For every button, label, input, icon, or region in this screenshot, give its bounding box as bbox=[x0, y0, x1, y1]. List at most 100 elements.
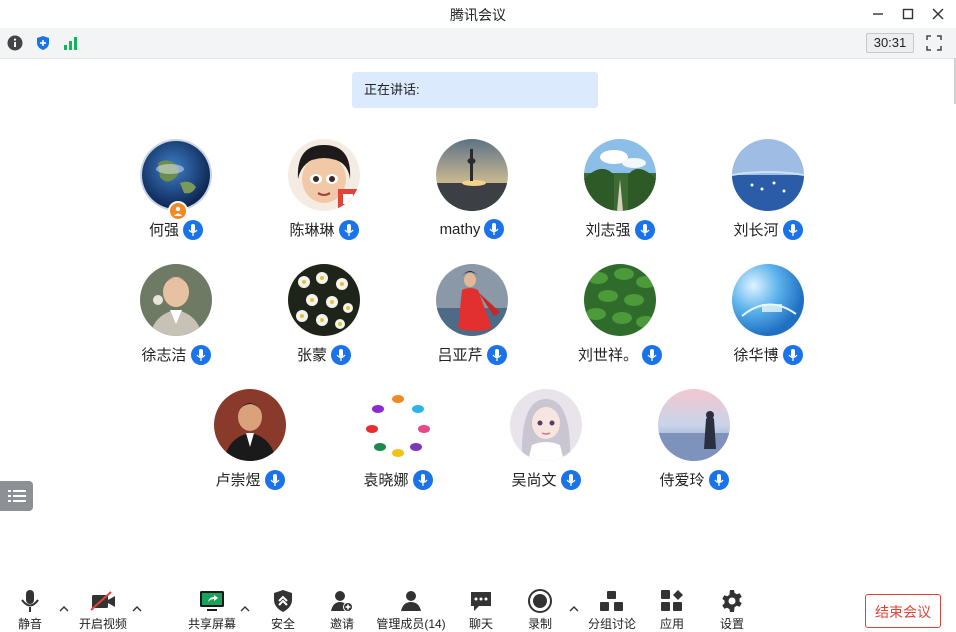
mic-speaking-icon bbox=[190, 344, 211, 365]
security-status-button[interactable] bbox=[34, 34, 52, 52]
apps-icon bbox=[661, 590, 683, 611]
maximize-icon bbox=[902, 8, 914, 20]
chat-icon bbox=[471, 592, 491, 611]
mic-speaking-icon bbox=[642, 344, 662, 365]
meeting-toolbar: 静音 开启视频 共享屏幕 安全 邀请 管理成员(14) 聊天 录制 分组讨论 应… bbox=[0, 580, 956, 631]
participant-name: 吴尚文 bbox=[511, 472, 557, 489]
close-button[interactable] bbox=[926, 4, 950, 24]
participant-name: 袁晓娜 bbox=[363, 472, 409, 489]
manage-members-button[interactable]: 管理成员(14) bbox=[375, 588, 447, 632]
breakout-rooms-button[interactable]: 分组讨论 bbox=[588, 588, 636, 632]
avatar bbox=[288, 139, 360, 211]
participant-name: 侍爱玲 bbox=[659, 472, 705, 489]
security-button[interactable]: 安全 bbox=[268, 588, 298, 632]
shield-icon bbox=[274, 590, 292, 612]
avatar bbox=[140, 264, 212, 336]
record-button[interactable]: 录制 bbox=[525, 588, 555, 632]
network-status-button[interactable] bbox=[62, 34, 80, 52]
mute-options-caret[interactable] bbox=[58, 604, 70, 614]
avatar bbox=[732, 139, 804, 211]
mic-speaking-icon bbox=[484, 219, 505, 239]
participant-tile[interactable]: 刘世祥。 bbox=[550, 264, 690, 374]
participant-tile[interactable]: 何强 bbox=[106, 139, 246, 249]
participant-name: 张蒙 bbox=[296, 347, 327, 364]
share-options-caret[interactable] bbox=[239, 604, 251, 614]
avatar bbox=[510, 389, 582, 461]
meeting-timer: 30:31 bbox=[866, 33, 914, 53]
participant-tile[interactable]: 吕亚芹 bbox=[402, 264, 542, 374]
speaking-indicator: 正在讲话: bbox=[352, 72, 598, 108]
title-bar: 腾讯会议 bbox=[0, 0, 956, 28]
participant-tile[interactable]: 吴尚文 bbox=[476, 389, 616, 499]
record-icon bbox=[528, 589, 552, 613]
avatar bbox=[584, 139, 656, 211]
participant-name: 刘志强 bbox=[585, 222, 631, 239]
mic-speaking-icon bbox=[331, 344, 351, 365]
avatar bbox=[362, 389, 434, 461]
info-icon bbox=[7, 35, 23, 51]
participant-tile[interactable]: 张蒙 bbox=[254, 264, 394, 374]
breakout-rooms-icon bbox=[600, 591, 623, 611]
signal-strength-icon bbox=[64, 37, 77, 50]
participant-tile[interactable]: 陈琳琳 bbox=[254, 139, 394, 249]
settings-button[interactable]: 设置 bbox=[717, 588, 747, 632]
avatar bbox=[214, 389, 286, 461]
participant-name: 徐志洁 bbox=[141, 347, 187, 364]
participant-name: 陈琳琳 bbox=[289, 222, 335, 239]
record-options-caret[interactable] bbox=[568, 604, 580, 614]
participant-tile[interactable]: mathy bbox=[402, 139, 542, 249]
maximize-button[interactable] bbox=[896, 4, 920, 24]
host-icon bbox=[174, 206, 182, 216]
minimize-button[interactable] bbox=[866, 4, 890, 24]
members-icon bbox=[401, 591, 421, 611]
mic-on-icon bbox=[183, 219, 203, 240]
gear-icon bbox=[722, 590, 742, 612]
mic-speaking-icon bbox=[264, 469, 285, 490]
add-user-icon bbox=[331, 591, 353, 612]
apps-button[interactable]: 应用 bbox=[657, 588, 687, 632]
window-title: 腾讯会议 bbox=[450, 7, 506, 23]
mic-speaking-icon bbox=[782, 219, 803, 240]
avatar bbox=[584, 264, 656, 336]
microphone-icon bbox=[21, 590, 39, 612]
start-video-button[interactable]: 开启视频 bbox=[78, 588, 128, 632]
avatar bbox=[436, 264, 508, 336]
participant-list-toggle[interactable] bbox=[0, 481, 33, 511]
avatar bbox=[288, 264, 360, 336]
participant-tile[interactable]: 徐华博 bbox=[698, 264, 838, 374]
participant-tile[interactable]: 刘志强 bbox=[550, 139, 690, 249]
meeting-info-button[interactable] bbox=[6, 34, 24, 52]
mic-speaking-icon bbox=[486, 344, 507, 365]
mic-speaking-icon bbox=[708, 469, 729, 490]
video-options-caret[interactable] bbox=[131, 604, 143, 614]
share-screen-icon bbox=[200, 591, 224, 611]
participant-tile[interactable]: 卢崇煜 bbox=[180, 389, 320, 499]
participant-name: 徐华博 bbox=[733, 347, 779, 364]
host-badge bbox=[168, 201, 188, 221]
share-screen-button[interactable]: 共享屏幕 bbox=[186, 588, 238, 632]
participant-name: 刘长河 bbox=[733, 222, 779, 239]
chevron-up-icon bbox=[59, 606, 69, 612]
participant-tile[interactable]: 徐志洁 bbox=[106, 264, 246, 374]
invite-button[interactable]: 邀请 bbox=[327, 588, 357, 632]
fullscreen-icon bbox=[926, 35, 942, 51]
close-icon bbox=[932, 8, 944, 20]
end-meeting-button[interactable]: 结束会议 bbox=[865, 594, 941, 628]
chat-button[interactable]: 聊天 bbox=[466, 588, 496, 632]
chevron-up-icon bbox=[132, 606, 142, 612]
mic-speaking-icon bbox=[412, 469, 433, 490]
mic-speaking-icon bbox=[338, 219, 359, 240]
participant-name: 吕亚芹 bbox=[437, 347, 483, 364]
participant-tile[interactable]: 侍爱玲 bbox=[624, 389, 764, 499]
participant-tile[interactable]: 袁晓娜 bbox=[328, 389, 468, 499]
mic-speaking-icon bbox=[782, 344, 803, 365]
video-off-icon bbox=[90, 591, 115, 611]
meeting-info-bar: 30:31 bbox=[0, 28, 956, 59]
participant-name: 卢崇煜 bbox=[215, 472, 261, 489]
fullscreen-button[interactable] bbox=[925, 34, 943, 52]
list-icon bbox=[7, 490, 26, 502]
chevron-up-icon bbox=[569, 606, 579, 612]
participant-tile[interactable]: 刘长河 bbox=[698, 139, 838, 249]
minimize-icon bbox=[873, 13, 883, 15]
mute-button[interactable]: 静音 bbox=[14, 588, 46, 632]
